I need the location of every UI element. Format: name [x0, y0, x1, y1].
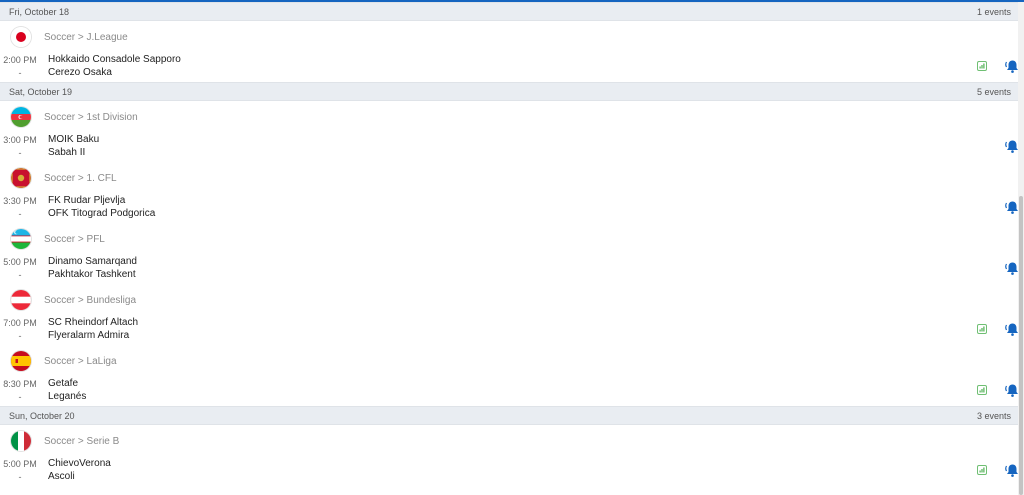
- japan-flag-icon: [11, 27, 31, 47]
- event-time: 8:30 PM: [3, 379, 37, 389]
- event-status: -: [18, 148, 22, 158]
- league-label: Soccer > 1st Division: [44, 111, 138, 123]
- vertical-scrollbar[interactable]: [1018, 2, 1024, 495]
- away-team: Flyeralarm Admira: [48, 330, 130, 341]
- event-time: 3:00 PM: [3, 135, 37, 145]
- away-team: Sabah II: [48, 147, 86, 158]
- montenegro-flag-icon: [11, 168, 31, 188]
- spain-flag-icon: [11, 351, 31, 371]
- league-label: Soccer > J.League: [44, 31, 128, 43]
- league-row[interactable]: Soccer > J.League: [0, 21, 1018, 53]
- austria-flag-icon: [11, 290, 31, 310]
- day-header: Fri, October 18 1 events: [0, 2, 1018, 21]
- scrollbar-thumb[interactable]: [1019, 196, 1023, 495]
- away-team: OFK Titograd Podgorica: [48, 208, 156, 219]
- event-row[interactable]: 8:30 PM - Getafe Leganés: [0, 377, 1020, 406]
- event-status: -: [18, 68, 22, 78]
- event-status: -: [18, 270, 22, 280]
- event-row[interactable]: 3:30 PM - FK Rudar Pljevlja OFK Titograd…: [0, 194, 1020, 223]
- stats-bar-chart-icon[interactable]: [977, 385, 987, 395]
- league-row[interactable]: Soccer > 1st Division: [0, 101, 1018, 133]
- home-team: MOIK Baku: [48, 134, 100, 145]
- day-header: Sat, October 19 5 events: [0, 82, 1018, 101]
- event-time: 7:00 PM: [3, 318, 37, 328]
- league-row[interactable]: Soccer > Bundesliga: [0, 284, 1018, 316]
- event-row[interactable]: 5:00 PM - ChievoVerona Ascoli: [0, 457, 1020, 486]
- league-label: Soccer > Serie B: [44, 435, 120, 447]
- event-status: -: [18, 209, 22, 219]
- event-status: -: [18, 392, 22, 402]
- home-team: Dinamo Samarqand: [48, 256, 137, 267]
- away-team: Ascoli: [48, 471, 75, 482]
- event-row[interactable]: 5:00 PM - Dinamo Samarqand Pakhtakor Tas…: [0, 255, 1020, 284]
- league-row[interactable]: Soccer > PFL: [0, 223, 1018, 255]
- day-date: Sun, October 20: [9, 410, 75, 421]
- day-event-count: 3 events: [976, 410, 1011, 421]
- league-label: Soccer > PFL: [44, 233, 105, 245]
- league-label: Soccer > 1. CFL: [44, 172, 117, 184]
- away-team: Leganés: [48, 391, 87, 402]
- league-row[interactable]: Soccer > LaLiga: [0, 345, 1018, 377]
- league-label: Soccer > Bundesliga: [44, 294, 137, 306]
- event-row[interactable]: 3:00 PM - MOIK Baku Sabah II: [0, 133, 1020, 162]
- away-team: Cerezo Osaka: [48, 67, 112, 78]
- event-time: 5:00 PM: [3, 459, 37, 469]
- league-row[interactable]: Soccer > 1. CFL: [0, 162, 1018, 194]
- day-date: Fri, October 18: [9, 6, 70, 17]
- home-team: FK Rudar Pljevlja: [48, 195, 126, 206]
- event-row[interactable]: 2:00 PM - Hokkaido Consadole Sapporo Cer…: [0, 53, 1020, 82]
- league-label: Soccer > LaLiga: [44, 355, 117, 367]
- stats-bar-chart-icon[interactable]: [977, 61, 987, 71]
- day-event-count: 1 events: [976, 6, 1011, 17]
- away-team: Pakhtakor Tashkent: [48, 269, 136, 280]
- league-row[interactable]: Soccer > Serie B: [0, 425, 1018, 457]
- italy-flag-icon: [11, 431, 31, 451]
- home-team: Getafe: [48, 378, 79, 389]
- day-date: Sat, October 19: [9, 86, 73, 97]
- event-time: 3:30 PM: [3, 196, 37, 206]
- event-time: 5:00 PM: [3, 257, 37, 267]
- home-team: ChievoVerona: [48, 458, 111, 469]
- azerbaijan-flag-icon: [11, 107, 31, 127]
- event-status: -: [18, 472, 22, 482]
- home-team: SC Rheindorf Altach: [48, 317, 139, 328]
- event-time: 2:00 PM: [3, 55, 37, 65]
- stats-bar-chart-icon[interactable]: [977, 324, 987, 334]
- stats-bar-chart-icon[interactable]: [977, 465, 987, 475]
- event-status: -: [18, 331, 22, 341]
- day-event-count: 5 events: [976, 86, 1011, 97]
- uzbekistan-flag-icon: [11, 229, 31, 249]
- day-header: Sun, October 20 3 events: [0, 406, 1018, 425]
- event-row[interactable]: 7:00 PM - SC Rheindorf Altach Flyeralarm…: [0, 316, 1020, 345]
- event-list: Fri, October 18 1 events Soccer > J.Leag…: [0, 2, 1020, 486]
- home-team: Hokkaido Consadole Sapporo: [48, 54, 181, 65]
